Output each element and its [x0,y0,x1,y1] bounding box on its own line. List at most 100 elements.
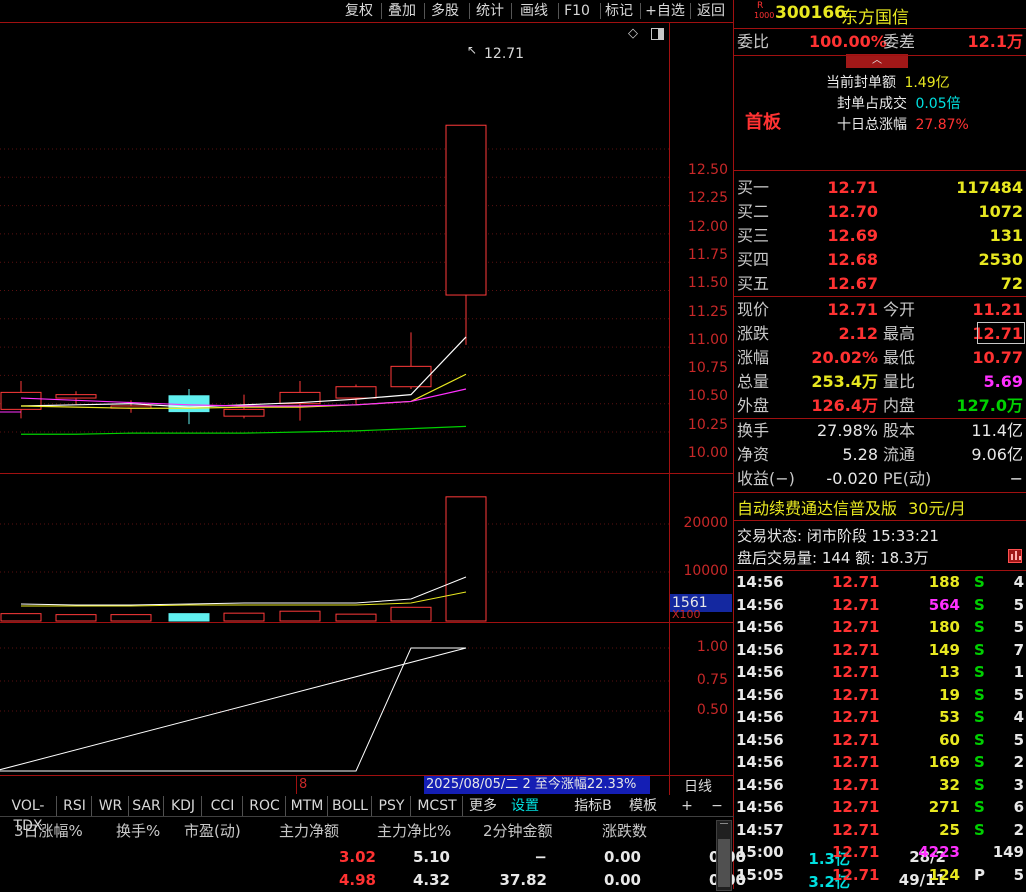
quote-row: 总量 253.4万 量比 5.69 [737,370,1026,394]
toolbar-button[interactable]: F10 [560,1,594,21]
indicator-tab[interactable]: 更多 [464,796,502,816]
toolbar-button[interactable]: +自选 [642,1,688,21]
seal-amount-label: 当前封单额 [826,75,896,91]
window-toggle-icon[interactable] [651,28,664,40]
candle-body [223,408,265,417]
table-header[interactable]: 市盈(动) [184,820,241,841]
table-cell: 3.02 [338,848,376,866]
toolbar-separator [640,3,641,19]
indicator-tab[interactable]: 模板 [620,796,666,816]
table-header[interactable]: 换手% [116,820,160,841]
fundamental-value: -0.020 [826,469,878,488]
indicator-tab[interactable]: + [674,796,700,816]
tick-volume: 564 [928,595,960,614]
tick-price: 12.71 [832,820,880,839]
table-header[interactable]: 主力净比% [377,820,451,841]
indicator-tab[interactable]: CCI [203,796,243,816]
bid-label: 买二 [737,202,770,221]
toolbar-button[interactable]: 画线 [513,1,555,21]
tick-count: 6 [1013,798,1024,816]
tick-price: 12.71 [832,730,880,749]
table-header[interactable]: 3日涨幅% [14,820,83,841]
tick-direction: S [974,573,985,591]
toolbar-separator [381,3,382,19]
table-header[interactable]: 主力净额 [279,820,339,841]
period-button[interactable]: 日线 [684,776,712,796]
fundamental-value: 11.4亿 [971,421,1023,440]
toolbar-button[interactable]: 多股 [426,1,464,21]
volume-bar [390,606,432,622]
table-header[interactable]: 涨跌数 [602,820,647,841]
tick-volume: 188 [928,573,960,591]
order-book-row[interactable]: 买四 12.68 2530 [737,248,1026,272]
table-header[interactable]: 2分钟金额 [483,820,553,841]
volume-bar [0,613,42,622]
toolbar-button[interactable]: 叠加 [383,1,421,21]
fundamental-label: 收益(−) [737,469,795,488]
fundamental-label: 流通 [883,445,916,464]
toolbar-button[interactable]: 统计 [471,1,509,21]
tick-price: 12.71 [832,595,880,614]
toolbar-separator [469,3,470,19]
fundamental-label: 股本 [883,421,916,440]
tick-row: 14:56 12.71 53 S 4 [734,706,1026,729]
tick-time: 15:00 [736,843,784,861]
indicator-tab[interactable]: 设置 [505,796,545,816]
bid-label: 买一 [737,178,770,197]
seal-ratio-label: 封单占成交 [837,96,907,112]
tick-time: 14:56 [736,708,784,726]
volume-ma5-line [20,576,467,606]
bid-volume: 117484 [956,178,1023,197]
quote-value: 5.69 [983,372,1023,391]
promo-line [734,520,1026,521]
candle-body [390,365,432,388]
fundamental-value: − [1009,469,1023,488]
table-scrollbar[interactable] [716,820,732,891]
indicator-tab[interactable]: MTM [287,796,328,816]
bid-volume: 2530 [978,250,1023,269]
order-book-row[interactable]: 买一 12.71 117484 [737,176,1026,200]
order-book-row[interactable]: 买五 12.67 72 [737,272,1026,296]
tick-direction: S [974,775,985,794]
trade-state: 交易状态: 闭市阶段 15:33:21 [737,527,939,545]
order-book-row[interactable]: 买二 12.70 1072 [737,200,1026,224]
ten-day-value: 27.87% [915,117,969,133]
tick-row: 14:56 12.71 32 S 3 [734,774,1026,797]
indicator-tab[interactable]: VOL-TDX [0,796,57,834]
indicator-tab[interactable]: SAR [130,796,164,816]
bid-volume: 1072 [978,202,1023,221]
toolbar-button[interactable]: 标记 [602,1,636,21]
promo-banner[interactable]: 自动续费通达信普及版 30元/月 [737,495,966,519]
order-book-row[interactable]: 买三 12.69 131 [737,224,1026,248]
price-tick-label: 10.00 [687,445,728,461]
tick-count: 5 [1013,730,1024,749]
indicator-tab[interactable]: BOLL [329,796,372,816]
bar-chart-icon[interactable] [1008,549,1022,563]
indicator-tab[interactable]: ROC [244,796,286,816]
tick-row: 15:05 12.71 124 P 5 [734,864,1026,887]
indicator-tab[interactable]: WR [93,796,129,816]
tick-volume: 60 [939,730,960,749]
indicator-tab[interactable]: MCST [412,796,463,816]
indicator-tab[interactable]: − [704,796,730,816]
ten-day-row: 十日总涨幅 27.87% [837,114,969,134]
indicator-tab[interactable]: 指标B [568,796,618,816]
fund-line [734,492,1026,493]
indicator-tab[interactable]: KDJ [165,796,202,816]
toolbar-button[interactable]: 复权 [339,1,379,21]
tick-price: 12.71 [832,798,880,816]
tick-time: 14:56 [736,595,784,614]
last-price-arrow: ↖ [467,43,478,57]
indicator-tab[interactable]: PSY [373,796,411,816]
tick-price: 12.71 [832,775,880,794]
tick-volume: 169 [928,753,960,771]
indicator-tab[interactable]: RSI [58,796,92,816]
diamond-icon[interactable]: ◇ [628,26,638,41]
toolbar-button[interactable]: 返回 [692,1,730,21]
tick-volume: 271 [928,798,960,816]
quote-value: 2.12 [838,324,878,343]
kline-chart[interactable] [0,22,669,775]
collapse-button[interactable]: ︿ [846,54,908,68]
tick-count: 3 [1013,775,1024,794]
stock-name: 东方国信 [841,8,909,28]
